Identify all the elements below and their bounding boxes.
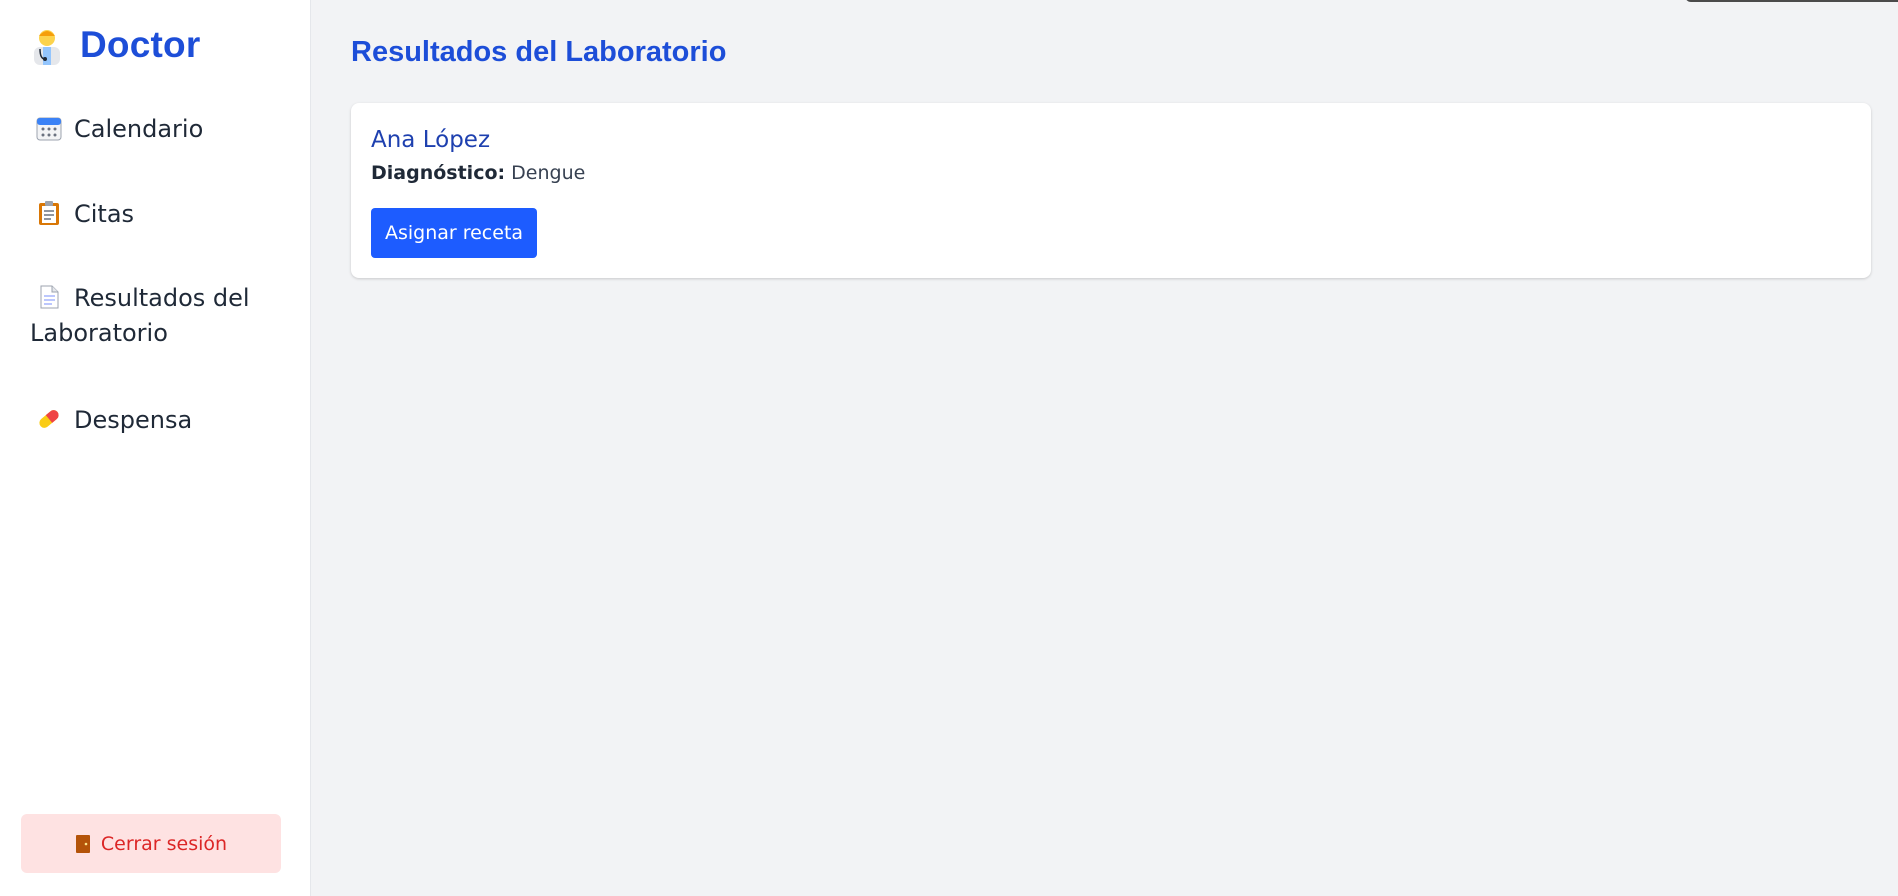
result-card: Ana López Diagnóstico: Dengue Asignar re…	[351, 103, 1871, 278]
brand-title: Doctor	[80, 24, 201, 65]
sidebar-item-label: Despensa	[74, 406, 193, 434]
top-overlay-bar	[1685, 0, 1898, 2]
diagnosis-label: Diagnóstico:	[371, 162, 506, 184]
sidebar-item-label: Citas	[74, 200, 135, 228]
sidebar-item-citas[interactable]: Citas	[36, 197, 134, 232]
main-content: Resultados del Laboratorio Ana López Dia…	[311, 0, 1898, 896]
calendar-icon	[36, 115, 62, 141]
sidebar-item-label-line2: Laboratorio	[30, 319, 168, 347]
assign-prescription-button[interactable]: Asignar receta	[371, 208, 537, 258]
sidebar-item-label: Calendario	[74, 115, 204, 143]
sidebar-item-label: Resultados del	[74, 284, 250, 312]
sidebar: Doctor Calendario Citas Resultados del L…	[0, 0, 311, 896]
sidebar-item-calendario[interactable]: Calendario	[36, 112, 203, 147]
door-icon	[75, 834, 91, 854]
clipboard-icon	[36, 200, 62, 226]
diagnosis: Diagnóstico: Dengue	[371, 162, 585, 184]
diagnosis-value: Dengue	[511, 162, 586, 184]
document-icon	[36, 284, 62, 310]
logout-label: Cerrar sesión	[100, 832, 228, 855]
sidebar-item-despensa[interactable]: Despensa	[36, 403, 192, 438]
sidebar-item-resultados[interactable]: Resultados del Laboratorio	[30, 281, 250, 351]
doctor-icon	[30, 25, 64, 65]
page-title: Resultados del Laboratorio	[351, 36, 727, 68]
logout-button[interactable]: Cerrar sesión	[21, 814, 281, 873]
pill-icon	[36, 406, 62, 432]
brand: Doctor	[30, 24, 200, 66]
patient-name: Ana López	[371, 127, 491, 153]
